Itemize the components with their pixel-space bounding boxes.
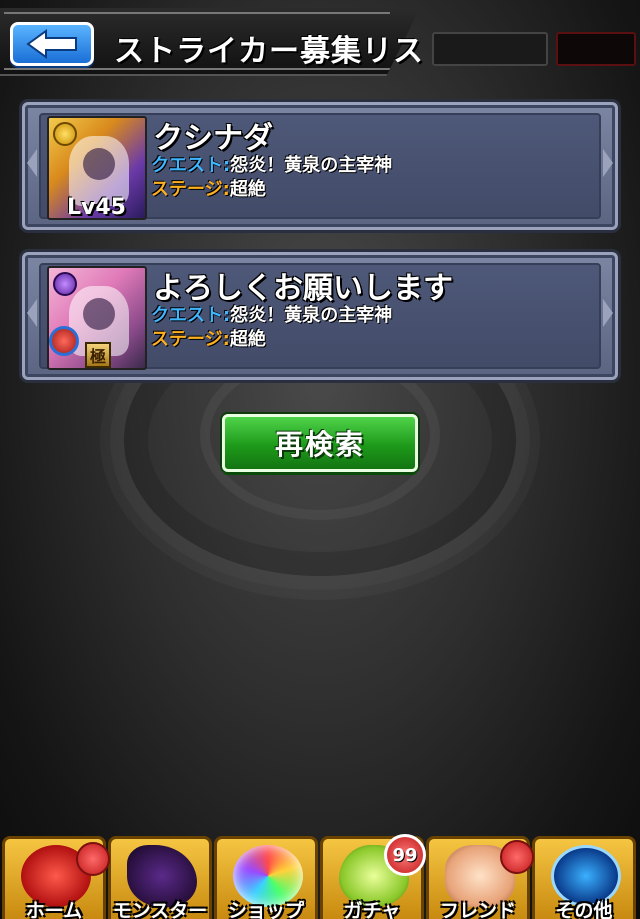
header-slot-left: [432, 32, 548, 66]
stage-row: ステージ:超絶: [151, 325, 266, 351]
nav-label: モンスター: [112, 900, 208, 919]
stage-value: 超絶: [229, 179, 266, 200]
dark-element-icon: [53, 272, 77, 296]
recruit-card[interactable]: Lv45 クシナダ クエスト:怨炎！黄泉の主宰神 ステージ:超絶: [22, 102, 618, 230]
quest-row: クエスト:怨炎！黄泉の主宰神: [151, 301, 392, 327]
home-notification-dot: [76, 842, 110, 876]
stage-label: ステージ:: [151, 329, 230, 350]
bottom-nav: ホーム モンスター ショップ ガチャ フレンド その他 99: [0, 826, 640, 919]
stage-row: ステージ:超絶: [151, 175, 266, 201]
gacha-count-badge: 99: [384, 834, 426, 876]
header-slot-right: [556, 32, 636, 66]
nav-monster[interactable]: モンスター: [108, 836, 212, 919]
nav-shop[interactable]: ショップ: [214, 836, 318, 919]
stage-value: 超絶: [229, 329, 266, 350]
friend-notification-dot: [500, 840, 534, 874]
nav-label: ホーム: [25, 900, 83, 919]
stage-label: ステージ:: [151, 179, 230, 200]
nav-label: ショップ: [227, 900, 304, 919]
light-element-icon: [53, 122, 77, 146]
fruit-icon: [49, 326, 79, 356]
nav-label: ガチャ: [343, 900, 401, 919]
header: ストライカー募集リスト: [0, 0, 640, 86]
level-label: Lv45: [67, 195, 126, 220]
kiwami-badge: 極: [85, 342, 111, 368]
quest-value: 怨炎！黄泉の主宰神: [230, 305, 393, 326]
back-button[interactable]: [10, 22, 94, 66]
nav-label: その他: [555, 900, 613, 919]
nav-other[interactable]: その他: [532, 836, 636, 919]
monster-avatar: 極: [47, 266, 147, 370]
quest-row: クエスト:怨炎！黄泉の主宰神: [151, 151, 392, 177]
quest-label: クエスト:: [151, 155, 231, 176]
page-title: ストライカー募集リスト: [114, 34, 455, 69]
monster-avatar: Lv45: [47, 116, 147, 220]
nav-label: フレンド: [439, 900, 516, 919]
back-arrow-icon: [26, 29, 77, 59]
recruit-card[interactable]: 極 よろしくお願いします クエスト:怨炎！黄泉の主宰神 ステージ:超絶: [22, 252, 618, 380]
quest-label: クエスト:: [151, 305, 231, 326]
quest-value: 怨炎！黄泉の主宰神: [230, 155, 393, 176]
research-button[interactable]: 再検索: [222, 414, 418, 472]
